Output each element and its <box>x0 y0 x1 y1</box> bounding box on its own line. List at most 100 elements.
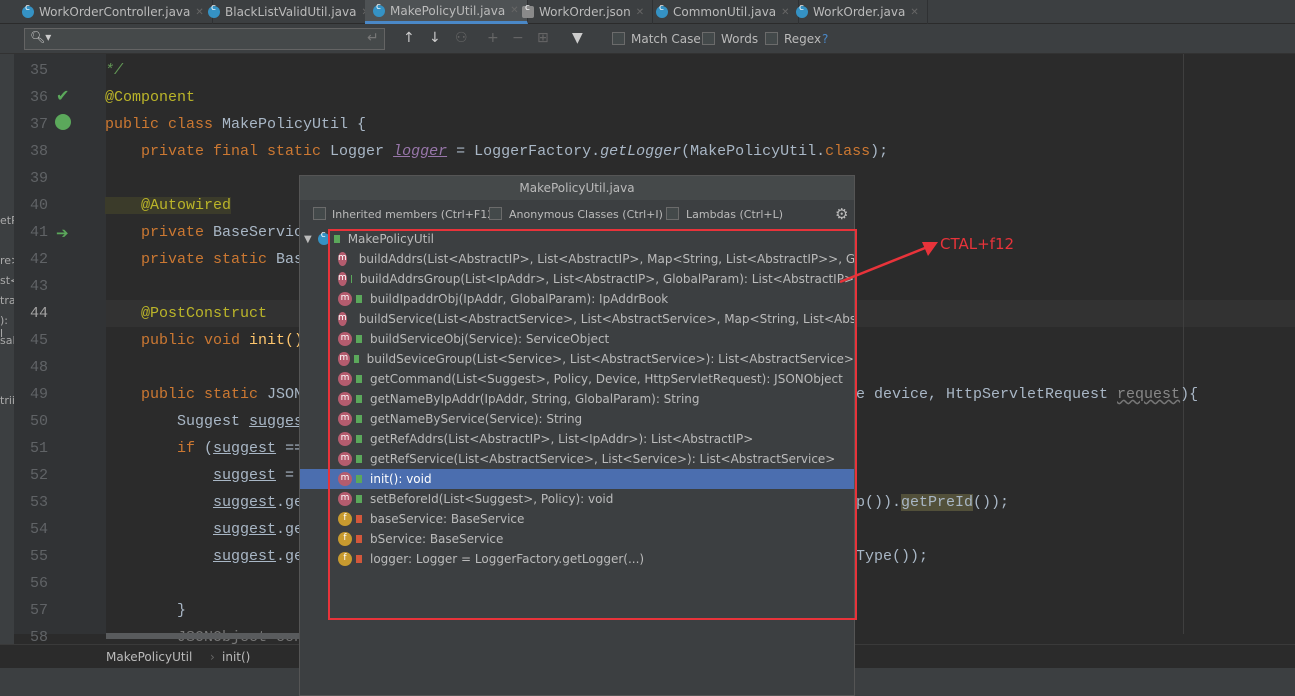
class-icon <box>208 3 220 18</box>
line-number: 55 <box>29 548 48 565</box>
keyword: public void <box>105 332 250 349</box>
side-panel-edge: etR re> st< tra ): l sall trii <box>0 54 20 664</box>
keyword: private <box>105 224 214 241</box>
variable-name: suggest <box>213 467 277 484</box>
match-case-checkbox[interactable] <box>612 32 625 45</box>
tab-makepolicyutil-java[interactable]: MakePolicyUtil.java✕ <box>365 0 528 24</box>
close-icon[interactable]: ✕ <box>636 7 644 18</box>
gear-icon[interactable]: ⚙ <box>835 205 848 223</box>
json-icon <box>522 3 534 18</box>
words-label: Words <box>721 32 759 46</box>
filter-icon[interactable]: ▼ <box>572 30 583 46</box>
line-number: 40 <box>29 197 48 214</box>
add-occurrence-button[interactable]: + <box>487 30 499 46</box>
annotation-arrow <box>839 242 938 284</box>
inherited-members-checkbox[interactable] <box>313 207 326 220</box>
code-text: BaseServic <box>213 224 304 241</box>
line-number: 52 <box>29 467 48 484</box>
highlight-box <box>328 229 857 620</box>
keyword: if <box>105 440 205 457</box>
search-icon[interactable]: 🔍︎▾ <box>30 30 51 44</box>
keyword: public static <box>105 386 268 403</box>
line-number: 57 <box>29 602 48 619</box>
breadcrumb-item-method[interactable]: init() <box>222 650 250 664</box>
tab-label: MakePolicyUtil.java <box>390 3 506 18</box>
panel-fragment: trii <box>0 394 15 407</box>
annotation: @PostConstruct <box>105 305 268 322</box>
bean-icon[interactable]: ✔ <box>56 86 69 105</box>
tab-blacklistvalidutil-java[interactable]: BlackListValidUtil.java✕ <box>200 0 379 24</box>
code-text: } <box>105 602 187 619</box>
remove-occurrence-button[interactable]: − <box>512 30 524 46</box>
tab-workorder-json[interactable]: WorkOrder.json ✕ <box>514 0 654 24</box>
help-icon[interactable]: ? <box>822 32 828 46</box>
variable-name: sugges <box>249 413 304 430</box>
comment-end: */ <box>105 62 124 79</box>
regex-checkbox[interactable] <box>765 32 778 45</box>
tab-label: WorkOrderController.java <box>39 5 191 19</box>
editor-tabs: WorkOrderController.java✕BlackListValidU… <box>0 0 1295 24</box>
parameter-name: request <box>1117 386 1181 403</box>
autowired-navigate-icon[interactable]: ➔ <box>56 224 69 242</box>
class-icon <box>796 3 808 18</box>
code-text: e device, HttpServletRequest <box>856 386 1118 403</box>
line-number: 49 <box>29 386 48 403</box>
code-text: ); <box>870 143 889 160</box>
line-number: 42 <box>29 251 48 268</box>
next-occurrence-button[interactable]: ↓ <box>429 30 441 46</box>
code-text: ( <box>204 440 214 457</box>
line-number: 41 <box>29 224 48 241</box>
tab-label: CommonUtil.java <box>673 5 777 19</box>
lambdas-checkbox[interactable] <box>666 207 679 220</box>
match-case-label: Match Case <box>631 32 701 46</box>
line-number: 48 <box>29 359 48 376</box>
keyword: public class <box>105 116 223 133</box>
spring-bean-class-icon[interactable] <box>55 114 71 130</box>
variable-name: suggest <box>213 440 277 457</box>
variable-name: suggest <box>213 521 277 538</box>
annotation: @Autowired <box>105 197 232 214</box>
tab-label: WorkOrder.json <box>539 5 631 19</box>
line-number: 51 <box>29 440 48 457</box>
anonymous-classes-checkbox[interactable] <box>489 207 502 220</box>
code-text: p()). <box>856 494 902 511</box>
breadcrumb-separator: › <box>210 650 215 664</box>
right-margin-guide <box>1183 54 1184 634</box>
words-checkbox[interactable] <box>702 32 715 45</box>
method-name: getLogger <box>600 143 682 160</box>
line-number: 43 <box>29 278 48 295</box>
variable-name: suggest <box>213 548 277 565</box>
code-text: (MakePolicyUtil. <box>681 143 826 160</box>
enter-icon: ↵ <box>367 30 379 46</box>
close-icon[interactable]: ✕ <box>910 7 918 18</box>
class-icon <box>373 2 385 17</box>
class-icon <box>656 3 668 18</box>
line-number: 44 <box>29 305 48 322</box>
code-text: ()); <box>973 494 1010 511</box>
annotation-text: CTAL+f12 <box>940 235 1015 253</box>
inherited-members-label: Inherited members (Ctrl+F12) <box>332 208 499 221</box>
tab-workorder-java[interactable]: WorkOrder.java ✕ <box>788 0 928 24</box>
breadcrumb-item-class[interactable]: MakePolicyUtil <box>106 650 192 664</box>
keyword: private final static <box>105 143 331 160</box>
line-number: 38 <box>29 143 48 160</box>
regex-label: Regex <box>784 32 822 46</box>
select-all-occurrences-button[interactable]: ⊞ <box>537 30 549 46</box>
tab-workordercontroller-java[interactable]: WorkOrderController.java✕ <box>14 0 213 24</box>
line-number: 37 <box>29 116 48 133</box>
line-number: 35 <box>29 62 48 79</box>
code-text: = LoggerFactory. <box>447 143 601 160</box>
expand-triangle-icon[interactable]: ▼ <box>304 234 312 245</box>
find-all-button[interactable]: ⚇ <box>455 30 468 46</box>
find-bar: 🔍︎▾ ↵ ↑ ↓ ⚇ + − ⊞ ▼ Match Case Words Reg… <box>0 24 1295 54</box>
previous-occurrence-button[interactable]: ↑ <box>403 30 415 46</box>
lambdas-label: Lambdas (Ctrl+L) <box>686 208 784 221</box>
method-name: getPreId <box>901 494 974 511</box>
line-number: 50 <box>29 413 48 430</box>
code-text: Type()); <box>856 548 929 565</box>
search-input[interactable] <box>24 28 385 50</box>
code-text: JSON <box>267 386 304 403</box>
horizontal-scrollbar[interactable] <box>106 633 306 639</box>
annotation: @Component <box>105 89 196 106</box>
tab-commonutil-java[interactable]: CommonUtil.java✕ <box>648 0 799 24</box>
